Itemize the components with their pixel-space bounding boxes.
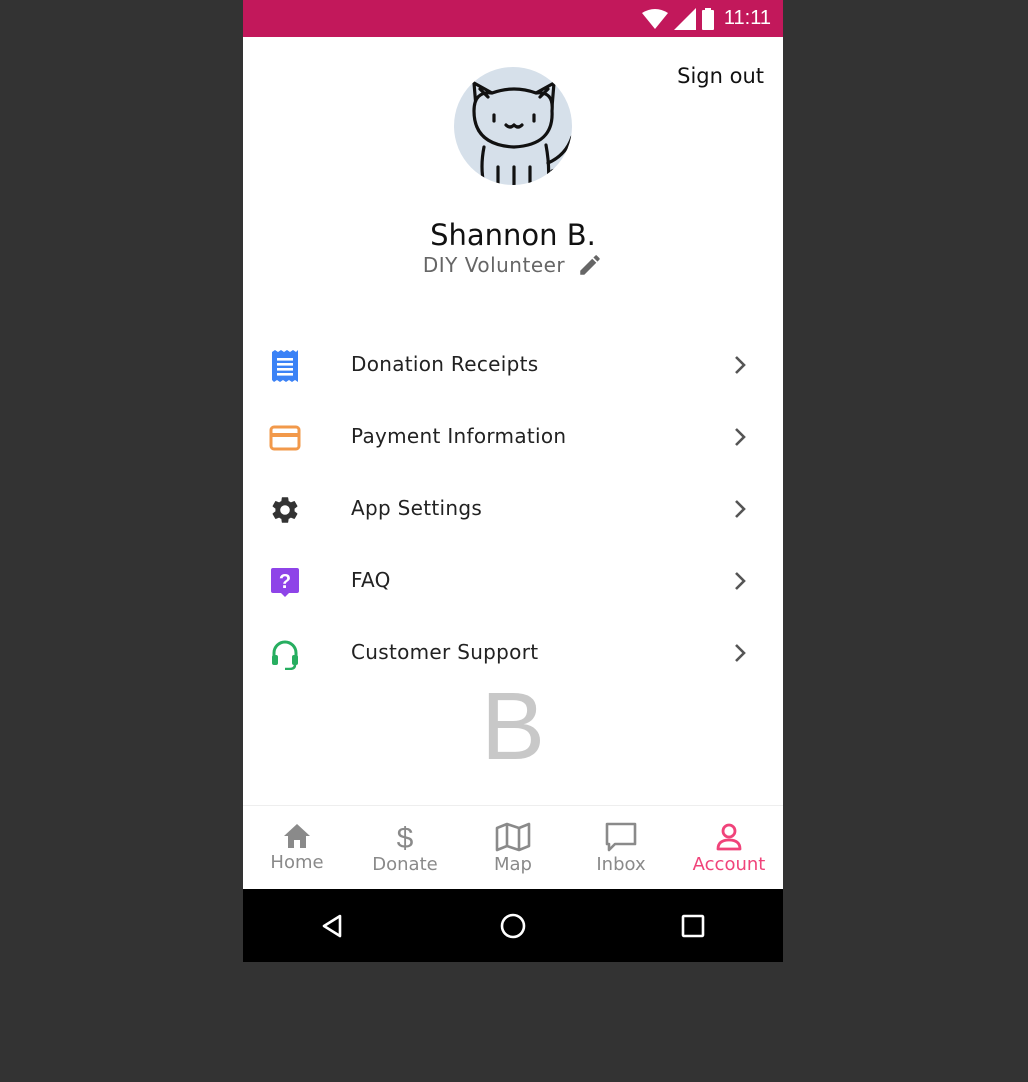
wifi-icon: [641, 8, 668, 29]
menu-item-label: FAQ: [351, 568, 391, 592]
chevron-right-icon: [735, 356, 746, 374]
dollar-icon: $: [397, 822, 414, 852]
recents-square-icon: [681, 914, 705, 937]
inbox-icon: [605, 822, 637, 852]
credit-card-icon: [269, 425, 301, 451]
help-icon: ?: [271, 568, 299, 597]
menu-item-label: Payment Information: [351, 424, 567, 448]
back-button[interactable]: [303, 896, 363, 956]
tab-map[interactable]: Map: [459, 806, 567, 890]
chevron-right-icon: [735, 644, 746, 662]
menu-item-label: Donation Receipts: [351, 352, 539, 376]
tab-label: Donate: [372, 854, 438, 875]
home-nav-button[interactable]: [483, 896, 543, 956]
status-bar: 11:11: [243, 0, 783, 37]
menu-item-app-settings[interactable]: App Settings: [243, 472, 783, 544]
brand-logo-letter: B: [480, 673, 546, 780]
tab-account[interactable]: Account: [675, 806, 783, 890]
profile-name: Shannon B.: [430, 218, 596, 252]
status-icons: [641, 7, 714, 30]
tab-label: Map: [494, 854, 532, 875]
cat-avatar-icon: [472, 81, 572, 185]
chevron-right-icon: [735, 428, 746, 446]
edit-pencil-icon[interactable]: [577, 252, 603, 278]
profile-role: DIY Volunteer: [422, 253, 566, 277]
signal-icon: [673, 7, 696, 30]
chevron-right-icon: [735, 572, 746, 590]
status-time: 11:11: [723, 7, 771, 29]
menu-item-donation-receipts[interactable]: Donation Receipts: [243, 328, 783, 400]
recents-button[interactable]: [663, 896, 723, 956]
menu-item-payment-information[interactable]: Payment Information: [243, 400, 783, 472]
receipt-icon: [272, 350, 298, 382]
home-circle-icon: [500, 913, 526, 938]
headset-icon: [272, 640, 298, 670]
android-nav-bar: [243, 889, 783, 962]
profile-role-row: DIY Volunteer: [243, 252, 783, 278]
battery-icon: [701, 7, 714, 30]
tab-donate[interactable]: $ Donate: [351, 806, 459, 890]
map-icon: [495, 822, 531, 852]
account-icon: [716, 823, 742, 851]
gear-icon: [272, 497, 298, 523]
tab-label: Account: [692, 854, 766, 875]
bottom-tab-bar: Home $ Donate Map Inbox Account: [243, 805, 783, 890]
back-triangle-icon: [322, 914, 342, 937]
menu-item-label: App Settings: [351, 496, 483, 520]
account-menu: Donation Receipts Payment Information Ap…: [243, 328, 783, 688]
sign-out-link[interactable]: Sign out: [677, 64, 764, 88]
chevron-right-icon: [735, 500, 746, 518]
tab-label: Home: [270, 852, 324, 873]
phone-screen: 11:11 Sign out Shannon B. DIY Volunteer …: [243, 0, 783, 962]
tab-inbox[interactable]: Inbox: [567, 806, 675, 890]
menu-item-label: Customer Support: [351, 640, 539, 664]
avatar[interactable]: [454, 67, 572, 185]
home-icon: [284, 824, 310, 848]
svg-text:?: ?: [279, 571, 291, 593]
tab-label: Inbox: [596, 854, 646, 875]
tab-home[interactable]: Home: [243, 806, 351, 890]
svg-text:$: $: [397, 822, 414, 852]
menu-item-faq[interactable]: ? FAQ: [243, 544, 783, 616]
